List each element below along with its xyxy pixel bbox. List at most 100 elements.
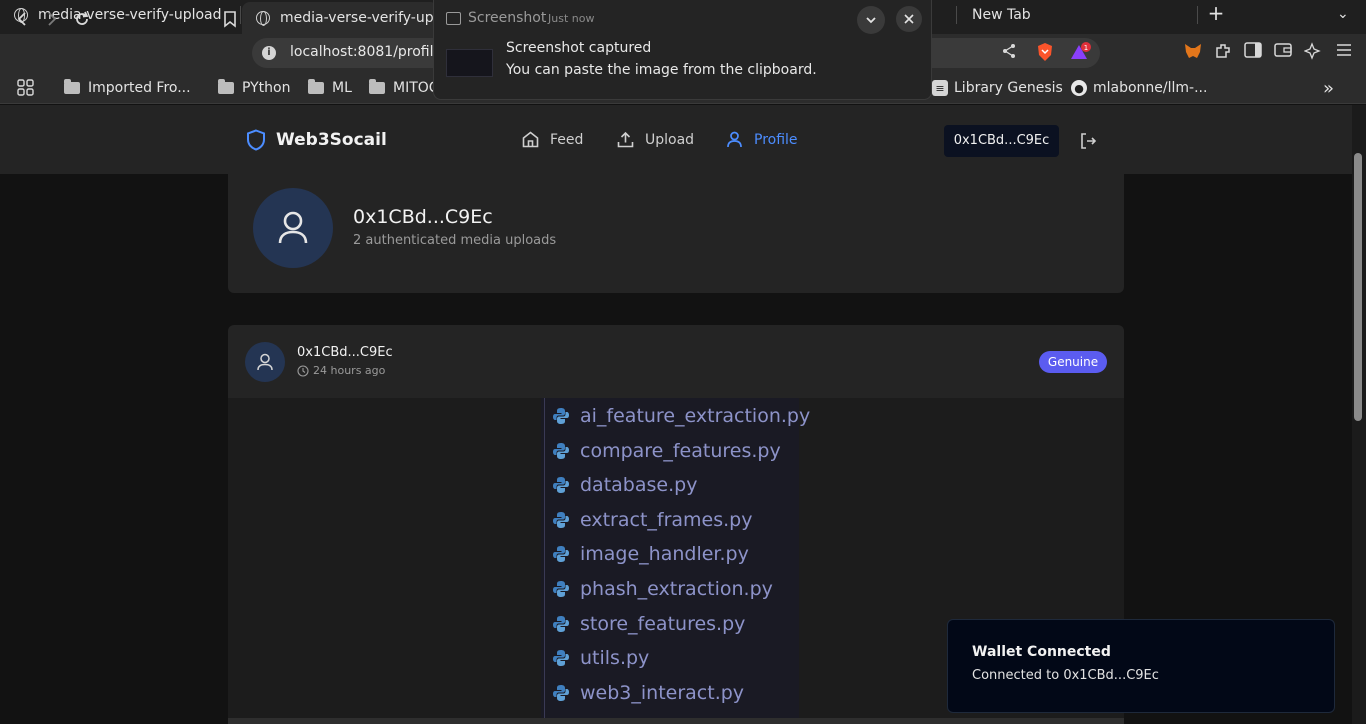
page-scrollbar-thumb[interactable]	[1354, 153, 1362, 421]
book-icon: ≡	[932, 80, 948, 96]
home-icon	[522, 131, 539, 148]
browser-tab[interactable]: media-verse-verify-upload	[0, 0, 240, 30]
folder-icon	[64, 79, 80, 94]
bookmark-folder[interactable]: PYthon	[218, 79, 291, 97]
wallet-address-button[interactable]: 0x1CBd...C9Ec	[944, 125, 1059, 157]
user-icon	[278, 211, 308, 244]
python-file-icon	[553, 581, 569, 597]
python-file-icon	[553, 408, 569, 424]
media-file-name: database.py	[580, 474, 698, 496]
media-file-name: ai_feature_extraction.py	[580, 405, 811, 427]
address-bar-url[interactable]: localhost:8081/profile	[290, 44, 442, 60]
wallet-icon[interactable]	[1273, 42, 1293, 62]
python-file-icon	[553, 512, 569, 528]
notification-app-name: Screenshot	[468, 10, 547, 26]
python-file-icon	[553, 616, 569, 632]
menu-icon[interactable]	[1334, 42, 1354, 62]
folder-icon	[369, 79, 385, 94]
upload-icon	[617, 131, 634, 148]
profile-address: 0x1CBd...C9Ec	[353, 206, 493, 228]
bookmark-page-button[interactable]	[219, 8, 241, 30]
nav-upload[interactable]: Upload	[616, 130, 694, 149]
bookmark-label: mlabonne/llm-...	[1093, 80, 1208, 96]
avatar	[253, 188, 333, 268]
bookmark-label: Imported Fro...	[88, 80, 191, 96]
nav-feed[interactable]: Feed	[521, 130, 583, 149]
shield-icon	[247, 129, 265, 151]
back-button[interactable]	[12, 8, 34, 30]
metamask-icon[interactable]	[1183, 42, 1203, 62]
brand-logo[interactable]: Web3Socail	[246, 129, 387, 151]
extensions-icon[interactable]	[1213, 42, 1233, 62]
tab-divider	[956, 6, 957, 24]
browser-tab-active[interactable]: media-verse-verify-upl	[242, 2, 438, 34]
toast[interactable]	[947, 619, 1335, 713]
apps-grid-icon[interactable]	[17, 79, 35, 97]
user-icon	[727, 131, 742, 148]
media-file-name: web3_interact.py	[580, 682, 745, 704]
bookmark-link[interactable]: ● mlabonne/llm-...	[1071, 79, 1207, 97]
arrow-right-icon	[48, 12, 57, 26]
nav-profile[interactable]: Profile	[725, 130, 798, 149]
tab-list-button[interactable]: ⌄	[1337, 6, 1349, 22]
post-timestamp: 24 hours ago	[297, 364, 385, 377]
nav-label: Feed	[550, 131, 584, 148]
globe-icon	[256, 11, 270, 26]
media-file-name: image_handler.py	[580, 543, 749, 565]
media-file-item: database.py	[552, 472, 697, 498]
bookmark-folder[interactable]: MITOC	[369, 79, 439, 97]
user-icon	[257, 353, 273, 371]
site-info-icon[interactable]: i	[262, 46, 276, 60]
python-file-icon	[553, 685, 569, 701]
clock-icon	[297, 364, 309, 377]
bookmark-link[interactable]: ≡ Library Genesis	[932, 79, 1063, 97]
python-file-icon	[553, 546, 569, 562]
notification-close-button[interactable]	[896, 6, 922, 32]
new-tab-button[interactable]: +	[1207, 3, 1225, 25]
screenshot-icon	[446, 12, 461, 25]
bookmark-icon	[224, 11, 236, 28]
toast-title: Wallet Connected	[972, 644, 1111, 660]
bookmark-label: MITOC	[393, 80, 439, 96]
logout-button[interactable]	[1078, 131, 1098, 155]
screenshot-thumbnail	[446, 49, 493, 77]
bookmark-label: PYthon	[242, 80, 291, 96]
forward-button[interactable]	[40, 8, 62, 30]
bookmarks-overflow-button[interactable]: »	[1323, 78, 1334, 99]
brave-shields-icon[interactable]	[1035, 42, 1055, 62]
media-file-item: image_handler.py	[552, 541, 749, 567]
media-file-item: store_features.py	[552, 611, 745, 637]
post-card-edge	[228, 718, 1124, 724]
media-file-item: compare_features.py	[552, 438, 781, 464]
brand-name: Web3Socail	[276, 130, 387, 150]
browser-tab[interactable]: New Tab	[958, 0, 1198, 30]
tab-label: New Tab	[972, 7, 1031, 23]
avatar	[245, 342, 285, 382]
notification-expand-button[interactable]	[857, 6, 885, 34]
share-icon[interactable]	[999, 42, 1019, 62]
post-time: 24 hours ago	[313, 364, 386, 377]
bookmark-folder[interactable]: Imported Fro...	[64, 79, 191, 97]
svg-text:1: 1	[1084, 44, 1088, 52]
media-file-name: compare_features.py	[580, 440, 781, 462]
brave-rewards-icon[interactable]: 1	[1069, 42, 1091, 62]
media-file-name: extract_frames.py	[580, 509, 753, 531]
reload-icon	[76, 11, 89, 25]
logout-icon	[1081, 133, 1097, 149]
bookmark-label: Library Genesis	[954, 80, 1063, 96]
media-file-item: phash_extraction.py	[552, 576, 773, 602]
bookmark-folder[interactable]: ML	[308, 79, 352, 97]
media-file-name: store_features.py	[580, 613, 746, 635]
bookmark-label: ML	[332, 80, 352, 96]
notification-title: Screenshot captured	[506, 40, 652, 56]
tab-label: media-verse-verify-upload	[38, 7, 222, 23]
github-icon: ●	[1071, 80, 1087, 96]
reload-button[interactable]	[71, 8, 93, 30]
tab-divider	[1197, 6, 1198, 24]
media-file-item: ai_feature_extraction.py	[552, 403, 810, 429]
tab-label: media-verse-verify-upl	[280, 10, 438, 26]
chevron-down-icon	[866, 17, 876, 24]
leo-ai-icon[interactable]	[1303, 42, 1323, 62]
sidebar-toggle-icon[interactable]	[1243, 42, 1263, 62]
notification-body: You can paste the image from the clipboa…	[506, 62, 817, 78]
